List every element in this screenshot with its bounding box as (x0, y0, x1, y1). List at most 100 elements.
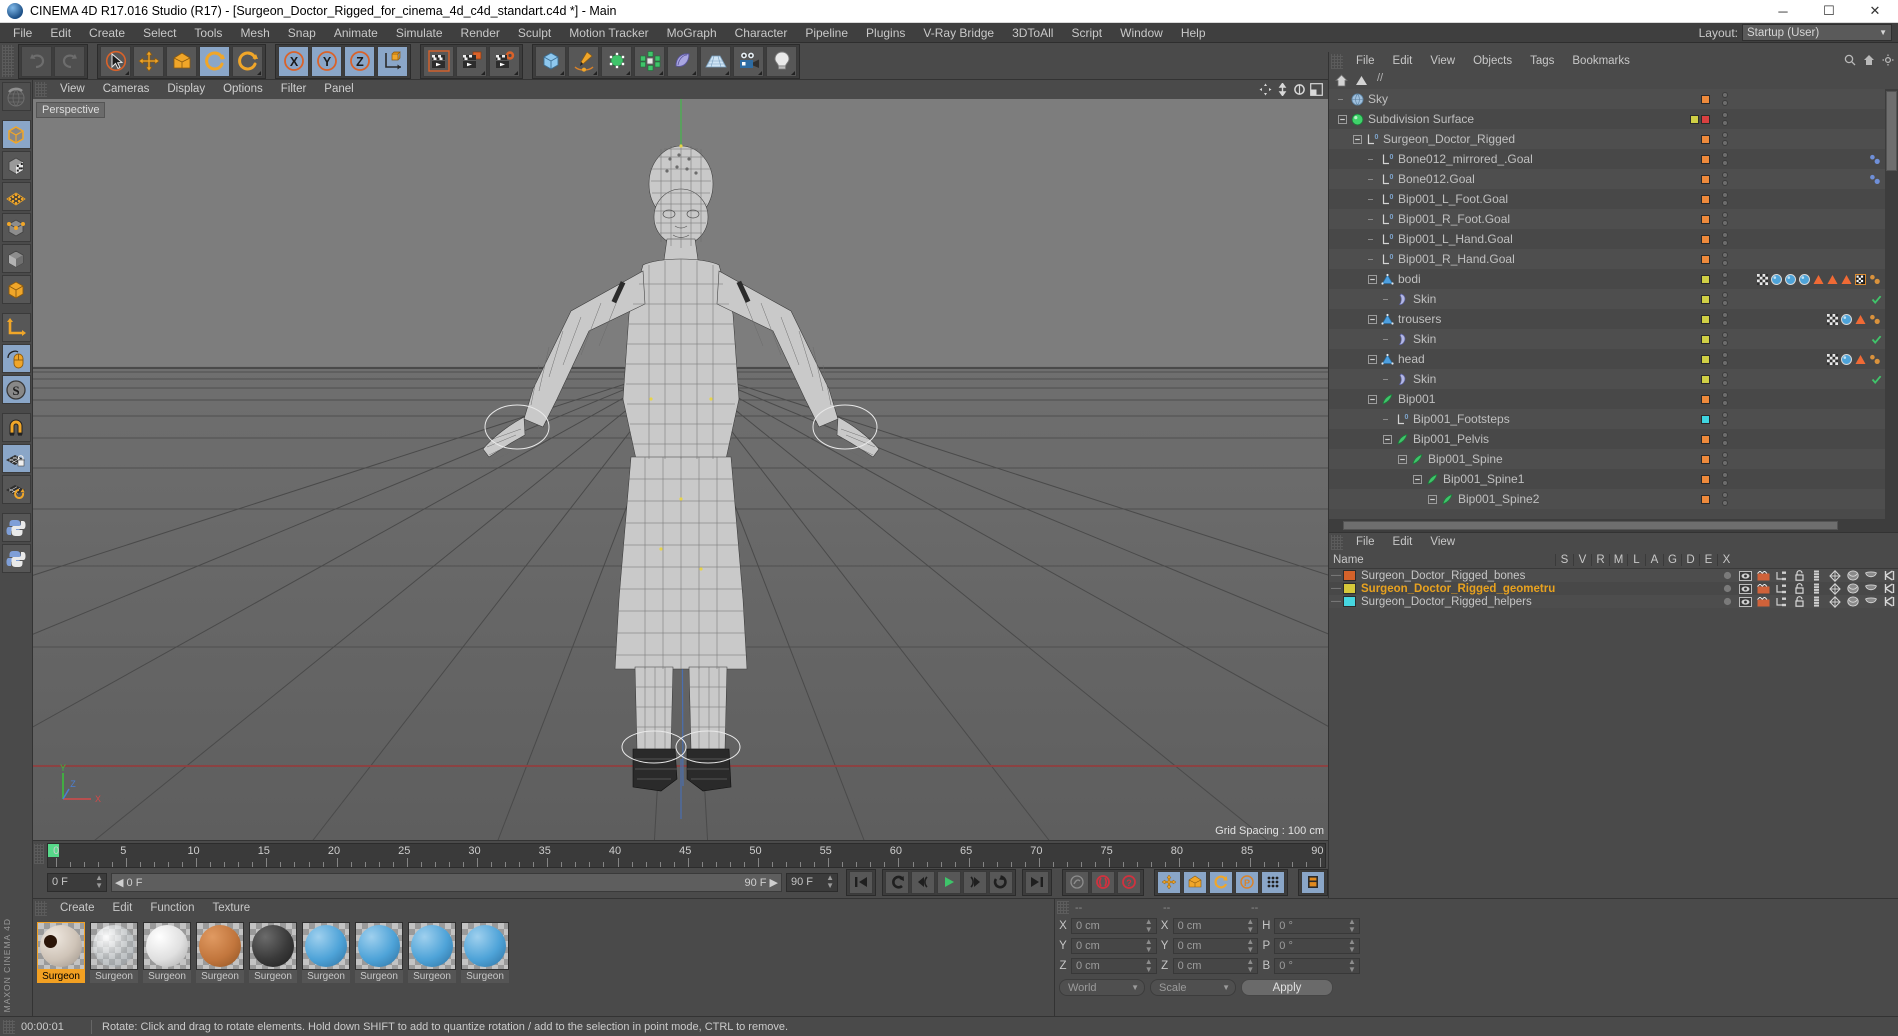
viewport-globe-tool-button[interactable] (2, 82, 31, 111)
apply-button[interactable]: Apply (1241, 979, 1333, 996)
spinner-icon[interactable]: ▲▼ (1145, 958, 1153, 974)
material-preview[interactable] (461, 922, 509, 970)
material-item[interactable]: Surgeon (37, 922, 85, 983)
settings-icon[interactable] (1882, 54, 1894, 69)
layer-generator-toggle[interactable] (1826, 583, 1844, 595)
visibility-dots[interactable] (1722, 432, 1728, 446)
home-icon[interactable] (1863, 54, 1875, 69)
viewport-menu-filter[interactable]: Filter (272, 80, 316, 99)
collapse-expander-icon[interactable] (1367, 394, 1378, 405)
render-visibility-dot[interactable] (1722, 360, 1728, 366)
editor-visibility-dot[interactable] (1722, 132, 1728, 138)
play-forward-button[interactable] (937, 871, 961, 894)
layer-xref-toggle[interactable] (1880, 596, 1898, 608)
x-axis-lock-button[interactable]: X (278, 46, 309, 77)
layer-column-r[interactable]: R (1591, 554, 1609, 566)
material-preview[interactable] (249, 922, 297, 970)
collapse-expander-icon[interactable] (1382, 434, 1393, 445)
maximize-button[interactable]: ☐ (1806, 0, 1852, 23)
position-z-field[interactable]: 0 cm▲▼ (1071, 958, 1157, 974)
layer-color-swatch[interactable] (1690, 115, 1699, 124)
menu-script[interactable]: Script (1062, 23, 1111, 43)
render-to-picture-viewer-button[interactable] (456, 46, 487, 77)
python-script-tool-button[interactable] (2, 513, 31, 542)
editor-visibility-dot[interactable] (1722, 212, 1728, 218)
spinner-icon[interactable]: ▲▼ (1246, 918, 1254, 934)
layer-color-swatch[interactable] (1701, 255, 1710, 264)
layer-xref-toggle[interactable] (1880, 570, 1898, 582)
layer-color-swatch[interactable] (1701, 235, 1710, 244)
material-preview[interactable] (408, 922, 456, 970)
z-axis-lock-button[interactable]: Z (344, 46, 375, 77)
render-visibility-dot[interactable] (1722, 380, 1728, 386)
material-item[interactable]: Surgeon (461, 922, 509, 983)
material-preview[interactable] (37, 922, 85, 970)
render-visibility-dot[interactable] (1722, 200, 1728, 206)
object-tree-row[interactable]: head (1329, 349, 1898, 369)
layer-deformer-toggle[interactable] (1844, 583, 1862, 595)
object-tree-row[interactable]: Skin (1329, 329, 1898, 349)
layer-color-swatch[interactable] (1701, 395, 1710, 404)
weight-tag[interactable] (1869, 314, 1882, 325)
layer-animation-toggle[interactable] (1808, 583, 1826, 595)
rotation-h-field[interactable]: 0 °▲▼ (1274, 918, 1360, 934)
layer-color-swatch[interactable] (1701, 335, 1710, 344)
render-visibility-dot[interactable] (1722, 320, 1728, 326)
object-tree-row[interactable]: 0Bip001_L_Foot.Goal (1329, 189, 1898, 209)
add-light-button[interactable] (766, 46, 797, 77)
layer-color-swatch[interactable] (1701, 115, 1710, 124)
layer-lock-toggle[interactable] (1790, 570, 1808, 582)
layer-animation-toggle[interactable] (1808, 570, 1826, 582)
visibility-dots[interactable] (1722, 412, 1728, 426)
position-x-field[interactable]: 0 cm▲▼ (1071, 918, 1157, 934)
spinner-icon[interactable]: ▲▼ (1145, 938, 1153, 954)
layer-solo-toggle[interactable] (1718, 583, 1736, 595)
menu-file[interactable]: File (4, 23, 41, 43)
render-visibility-dot[interactable] (1722, 220, 1728, 226)
object-tree-horizontal-scrollbar[interactable] (1329, 519, 1898, 532)
close-button[interactable]: ✕ (1852, 0, 1898, 23)
object-tree-row[interactable]: 0Bone012_mirrored_.Goal (1329, 149, 1898, 169)
model-mode-tool-button[interactable] (2, 120, 31, 149)
menu-simulate[interactable]: Simulate (387, 23, 452, 43)
layer-color-swatch[interactable] (1343, 596, 1356, 607)
record-parameter-button[interactable]: P (1235, 871, 1259, 894)
layer-expression-toggle[interactable] (1862, 596, 1880, 608)
spinner-icon[interactable]: ▲▼ (1246, 958, 1254, 974)
material-item[interactable]: Surgeon (90, 922, 138, 983)
material-menu-create[interactable]: Create (51, 899, 104, 918)
layer-color-swatch[interactable] (1701, 355, 1710, 364)
visibility-dots[interactable] (1722, 372, 1728, 386)
layer-lock-toggle[interactable] (1790, 596, 1808, 608)
workplane-lock-tool-button[interactable] (2, 444, 31, 473)
object-tree-row[interactable]: Bip001_Spine2 (1329, 489, 1898, 509)
visibility-dots[interactable] (1722, 152, 1728, 166)
editor-visibility-dot[interactable] (1722, 92, 1728, 98)
layer-color-swatch[interactable] (1701, 275, 1710, 284)
edges-mode-tool-button[interactable] (2, 213, 31, 242)
layer-deformer-toggle[interactable] (1844, 570, 1862, 582)
weight-tag[interactable] (1869, 354, 1882, 365)
menu-tools[interactable]: Tools (185, 23, 231, 43)
material-tag[interactable] (1841, 314, 1852, 325)
layer-name-label[interactable]: Surgeon_Doctor_Rigged_helpers (1361, 596, 1532, 608)
render-visibility-dot[interactable] (1722, 280, 1728, 286)
object-menu-tags[interactable]: Tags (1521, 52, 1563, 71)
object-tree-row[interactable]: 0Bip001_R_Hand.Goal (1329, 249, 1898, 269)
search-icon[interactable] (1844, 54, 1856, 69)
layer-name-label[interactable]: Surgeon_Doctor_Rigged_bones (1361, 570, 1525, 582)
object-tree-row[interactable]: trousers (1329, 309, 1898, 329)
redo-button[interactable] (54, 46, 85, 77)
editor-visibility-dot[interactable] (1722, 152, 1728, 158)
rotation-p-field[interactable]: 0 °▲▼ (1274, 938, 1360, 954)
render-visibility-dot[interactable] (1722, 340, 1728, 346)
editor-visibility-dot[interactable] (1722, 372, 1728, 378)
zoom-view-icon[interactable] (1275, 83, 1289, 97)
menu-help[interactable]: Help (1172, 23, 1215, 43)
render-view-button[interactable] (423, 46, 454, 77)
selection-tag[interactable] (1855, 354, 1866, 365)
viewport-solo-tool-button[interactable]: S (2, 375, 31, 404)
visibility-dots[interactable] (1722, 232, 1728, 246)
layer-column-m[interactable]: M (1609, 554, 1627, 566)
layer-color-swatch[interactable] (1701, 135, 1710, 144)
